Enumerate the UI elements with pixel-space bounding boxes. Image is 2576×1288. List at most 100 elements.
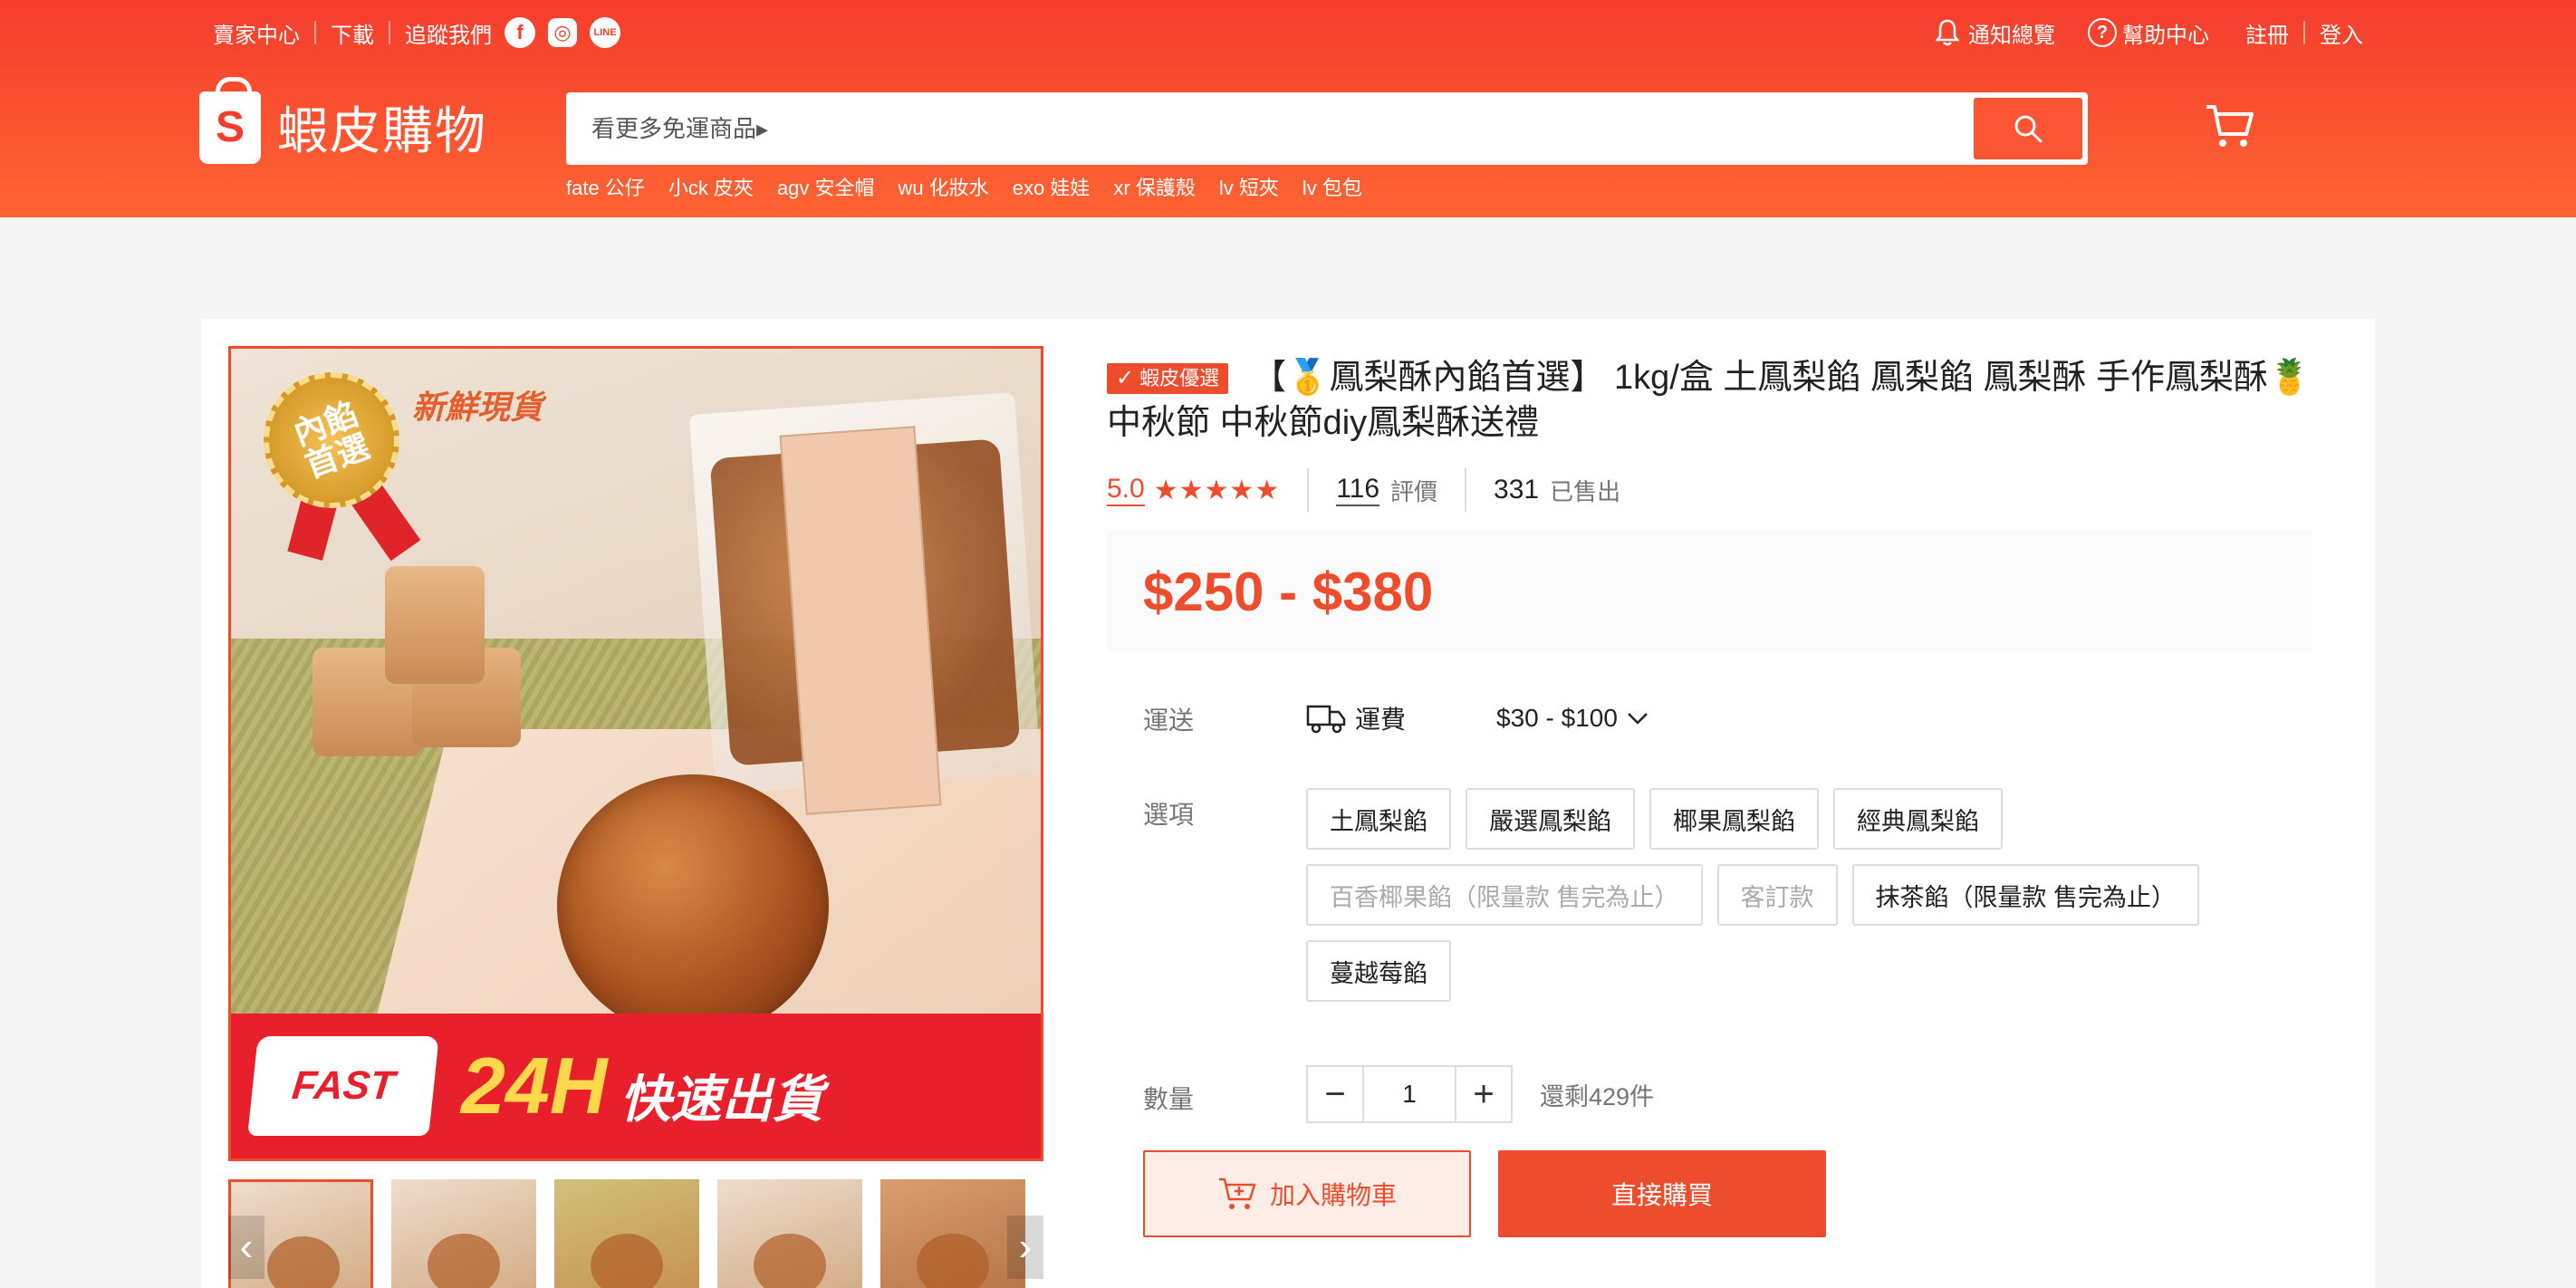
image-filling-ball	[557, 774, 829, 1037]
thumbnail-strip	[228, 1179, 1043, 1288]
reviews-label: 評價	[1390, 477, 1438, 505]
shopping-bag-icon: S	[199, 76, 261, 164]
option-button[interactable]: 土鳳梨餡	[1306, 788, 1451, 850]
line-icon[interactable]: LINE	[590, 17, 620, 48]
truck-icon	[1306, 705, 1346, 734]
price-range: $250 - $380	[1143, 561, 1434, 622]
decrease-button[interactable]: −	[1306, 1065, 1364, 1123]
chevron-right-icon[interactable]: ›	[1007, 1216, 1043, 1279]
option-list: 土鳳梨餡 嚴選鳳梨餡 椰果鳳梨餡 經典鳳梨餡 百香椰果餡（限量款 售完為止） 客…	[1306, 788, 2257, 1016]
medal-text: 內餡首選	[288, 395, 375, 485]
star-rating-icon: ★★★★★	[1153, 475, 1281, 505]
fresh-stock-text: 新鮮現貨	[412, 389, 543, 426]
divider	[389, 21, 390, 44]
preferred-badge: ✓ 蝦皮優選	[1107, 363, 1229, 394]
chevron-left-icon[interactable]: ‹	[228, 1216, 264, 1279]
option-button[interactable]: 抹茶餡（限量款 售完為止）	[1851, 864, 2200, 926]
banner-quick-text: 快速出貨	[620, 1070, 823, 1128]
login-link[interactable]: 登入	[2320, 17, 2363, 49]
hot-keyword[interactable]: exo 娃娃	[1013, 172, 1091, 201]
hot-keywords: fate 公仔 小ck 皮夾 agv 安全帽 wu 化妝水 exo 娃娃 xr …	[566, 172, 1386, 201]
bell-icon	[1932, 17, 1963, 48]
help-center-link[interactable]: ? 幫助中心	[2088, 17, 2209, 49]
cart-icon[interactable]	[2203, 100, 2257, 154]
divider	[1465, 468, 1467, 512]
sold-label: 已售出	[1550, 477, 1621, 505]
quantity-input[interactable]: 1	[1364, 1065, 1455, 1123]
product-info: ✓ 蝦皮優選 【🥇鳳梨酥內餡首選】 1kg/盒 土鳳梨餡 鳳梨餡 鳳梨酥 手作鳳梨酥…	[1107, 355, 2330, 1237]
option-button[interactable]: 蔓越莓餡	[1306, 940, 1451, 1002]
shipping-fee-label: 運費	[1355, 706, 1407, 734]
search-input[interactable]	[572, 114, 1974, 143]
product-card: 內餡首選 新鮮現貨 FAST 24H 快速出貨 ‹ › ✓ 蝦皮優選 【🥇鳳梨酥內餡…	[201, 319, 2375, 1288]
divider	[1307, 468, 1310, 512]
follow-us-label: 追蹤我們	[405, 23, 492, 48]
search-bar	[566, 92, 2088, 165]
help-icon: ?	[2088, 18, 2117, 47]
thumbnail[interactable]	[717, 1179, 863, 1288]
chevron-down-icon	[1628, 713, 1648, 725]
notifications-link[interactable]: 通知總覽	[1932, 17, 2055, 49]
product-main-image[interactable]: 內餡首選 新鮮現貨 FAST 24H 快速出貨	[228, 346, 1043, 1161]
add-to-cart-button[interactable]: 加入購物車	[1143, 1150, 1471, 1237]
stock-remaining: 還剩429件	[1540, 1082, 1655, 1110]
product-title: ✓ 蝦皮優選 【🥇鳳梨酥內餡首選】 1kg/盒 土鳳梨餡 鳳梨餡 鳳梨酥 手作鳳梨酥…	[1107, 355, 2330, 446]
image-label-band	[779, 426, 942, 815]
logo-text: 蝦皮購物	[277, 102, 487, 159]
signup-link[interactable]: 註冊	[2245, 17, 2289, 49]
search-icon	[2014, 115, 2043, 143]
hot-keyword[interactable]: lv 包包	[1302, 172, 1362, 201]
increase-button[interactable]: +	[1455, 1065, 1513, 1123]
quantity-row: 數量 − 1 + 還剩429件	[1107, 1065, 2330, 1123]
facebook-icon[interactable]: f	[505, 17, 535, 48]
check-icon: ✓	[1116, 366, 1135, 390]
hot-keyword[interactable]: lv 短夾	[1219, 172, 1279, 201]
search-button[interactable]	[1974, 98, 2082, 159]
thumbnail[interactable]	[554, 1179, 700, 1288]
top-bar: 賣家中心 下載 追蹤我們 f ◎ LINE 通知總覽 ? 幫助中心 註冊 登入	[213, 13, 2363, 53]
add-to-cart-label: 加入購物車	[1269, 1181, 1397, 1209]
shipping-info: 運費 $30 - $100	[1306, 694, 1650, 737]
hot-keyword[interactable]: agv 安全帽	[777, 172, 875, 201]
action-buttons: 加入購物車 直接購買	[1107, 1150, 2330, 1237]
hot-keyword[interactable]: wu 化妝水	[899, 172, 989, 201]
quantity-label: 數量	[1143, 1085, 1195, 1113]
hot-keyword[interactable]: 小ck 皮夾	[668, 172, 754, 201]
banner-hours: 24H	[461, 1041, 608, 1130]
option-button-disabled: 百香椰果餡（限量款 售完為止）	[1306, 864, 1703, 926]
sold-count: 331	[1494, 475, 1540, 505]
preferred-badge-label: 蝦皮優選	[1139, 367, 1220, 389]
option-button[interactable]: 椰果鳳梨餡	[1649, 788, 1819, 850]
medal-badge: 內餡首選	[264, 372, 399, 508]
image-cake	[385, 566, 485, 684]
option-button[interactable]: 嚴選鳳梨餡	[1466, 788, 1635, 850]
rating-score[interactable]: 5.0	[1107, 474, 1145, 506]
quantity-stepper: − 1 + 還剩429件	[1306, 1065, 1654, 1123]
thumbnail[interactable]	[391, 1179, 537, 1288]
options-row: 選項 土鳳梨餡 嚴選鳳梨餡 椰果鳳梨餡 經典鳳梨餡 百香椰果餡（限量款 售完為止…	[1107, 788, 2330, 1016]
price-box: $250 - $380	[1107, 531, 2312, 652]
buy-now-button[interactable]: 直接購買	[1498, 1150, 1826, 1237]
divider	[2303, 21, 2305, 44]
option-button-disabled: 客訂款	[1716, 864, 1838, 926]
notifications-label: 通知總覽	[1968, 23, 2055, 48]
thumbnail[interactable]	[880, 1179, 1025, 1288]
shipping-label: 運送	[1143, 706, 1195, 735]
seller-center-link[interactable]: 賣家中心	[213, 17, 300, 49]
help-center-label: 幫助中心	[2122, 23, 2209, 48]
hot-keyword[interactable]: fate 公仔	[566, 172, 645, 201]
instagram-icon[interactable]: ◎	[548, 18, 577, 47]
reviews-count[interactable]: 116	[1336, 474, 1380, 506]
option-button[interactable]: 經典鳳梨餡	[1833, 788, 2003, 850]
shipping-fee-dropdown[interactable]: $30 - $100	[1496, 704, 1650, 733]
shopee-logo[interactable]: S 蝦皮購物	[199, 76, 487, 164]
download-link[interactable]: 下載	[331, 17, 374, 49]
shipping-row: 運送 運費 $30 - $100	[1107, 694, 2330, 737]
shipping-fee-range: $30 - $100	[1496, 704, 1618, 732]
fast-shipping-banner: FAST 24H 快速出貨	[231, 1014, 1041, 1158]
product-stats: 5.0 ★★★★★ 116 評價 331 已售出	[1107, 467, 2330, 513]
hot-keyword[interactable]: xr 保護殼	[1113, 172, 1195, 201]
site-header: 賣家中心 下載 追蹤我們 f ◎ LINE 通知總覽 ? 幫助中心 註冊 登入 …	[0, 0, 2576, 217]
product-title-text: 【🥇鳳梨酥內餡首選】 1kg/盒 土鳳梨餡 鳳梨餡 鳳梨酥 手作鳳梨酥🍍中秋節 …	[1107, 359, 2312, 442]
options-label: 選項	[1143, 801, 1195, 829]
